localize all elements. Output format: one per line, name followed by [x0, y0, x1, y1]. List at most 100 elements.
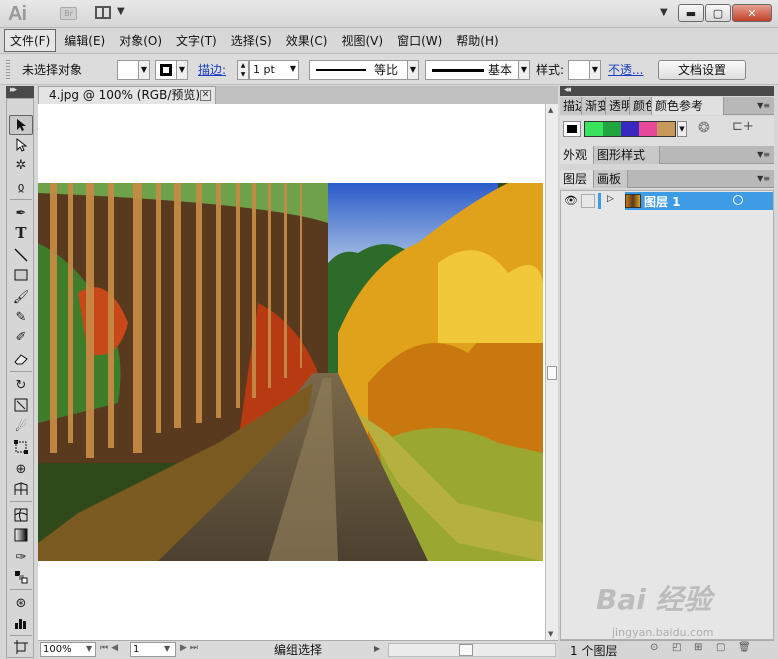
make-clipping-mask-icon[interactable]: ◰	[672, 642, 681, 653]
rectangle-tool[interactable]	[9, 265, 33, 285]
bridge-button[interactable]: Br	[60, 7, 77, 20]
chevron-down-icon[interactable]: ▼	[117, 6, 125, 17]
color-chip[interactable]	[621, 122, 639, 136]
workspace-dropdown-icon[interactable]: ▼	[660, 7, 668, 18]
profile-dropdown[interactable]: ▼	[407, 60, 419, 80]
panel-menu-icon[interactable]: ▼≡	[757, 150, 770, 159]
graphic-style-dropdown[interactable]: ▼	[589, 60, 601, 80]
scroll-up-icon[interactable]: ▲	[548, 106, 553, 114]
layer-row[interactable]: 👁 ▷ 图层 1	[561, 192, 773, 210]
type-tool[interactable]: T	[9, 223, 33, 243]
color-chip[interactable]	[639, 122, 657, 136]
tab-transparency[interactable]: 透明	[606, 97, 630, 115]
tab-artboards[interactable]: 画板	[594, 170, 628, 188]
menu-view[interactable]: 视图(V)	[335, 29, 389, 52]
blob-brush-tool[interactable]: ✐	[9, 327, 33, 347]
locate-object-icon[interactable]: ⊙	[650, 642, 658, 653]
scroll-down-icon[interactable]: ▼	[548, 630, 553, 638]
gradient-tool[interactable]	[9, 525, 33, 545]
arrange-documents-icon[interactable]	[95, 6, 111, 19]
save-color-group-icon[interactable]: ⊏+	[732, 119, 754, 134]
tab-gradient[interactable]: 渐变	[582, 97, 606, 115]
menu-type[interactable]: 文字(T)	[170, 29, 223, 52]
menu-object[interactable]: 对象(O)	[113, 29, 168, 52]
blend-tool[interactable]	[9, 567, 33, 587]
collapse-icon[interactable]: ◂◂	[564, 85, 571, 95]
status-menu-arrow[interactable]: ▶	[374, 644, 380, 653]
tab-layers[interactable]: 图层	[560, 170, 594, 188]
selection-tool[interactable]	[9, 115, 33, 135]
close-button[interactable]: ✕	[732, 4, 772, 22]
scale-tool[interactable]	[9, 395, 33, 415]
artboard-nav-first-prev[interactable]: ⏮◀	[100, 643, 121, 653]
eye-icon[interactable]: 👁	[564, 194, 578, 207]
expand-icon[interactable]: ▸▸	[10, 85, 17, 95]
stroke-link[interactable]: 描边:	[198, 61, 226, 78]
horizontal-scrollbar[interactable]	[388, 643, 556, 657]
lasso-tool[interactable]: ჲ	[9, 177, 33, 197]
fill-swatch[interactable]	[117, 60, 139, 80]
minimize-button[interactable]: ▬	[678, 4, 704, 22]
menu-effect[interactable]: 效果(C)	[280, 29, 334, 52]
variable-width-profile[interactable]	[309, 60, 419, 80]
perspective-grid-tool[interactable]	[9, 479, 33, 499]
mesh-tool[interactable]	[9, 505, 33, 525]
eraser-tool[interactable]	[9, 349, 33, 369]
magic-wand-tool[interactable]: ✲	[9, 155, 33, 175]
menu-edit[interactable]: 编辑(E)	[58, 29, 111, 52]
column-graph-tool[interactable]	[9, 613, 33, 633]
menu-select[interactable]: 选择(S)	[225, 29, 278, 52]
tab-color-guide[interactable]: 颜色参考	[652, 97, 724, 115]
eyedropper-tool[interactable]: ✑	[9, 547, 33, 567]
zoom-dropdown[interactable]: ▼	[86, 644, 92, 653]
expand-triangle-icon[interactable]: ▷	[607, 194, 614, 204]
rotate-tool[interactable]: ↻	[9, 375, 33, 395]
document-setup-button[interactable]: 文档设置	[658, 60, 746, 80]
artboard-dropdown[interactable]: ▼	[164, 644, 170, 653]
scrollbar-thumb[interactable]	[547, 366, 557, 380]
target-icon[interactable]	[733, 195, 743, 205]
document-tab[interactable]: 4.jpg @ 100% (RGB/预览) ✕	[38, 86, 216, 104]
free-transform-tool[interactable]	[9, 437, 33, 457]
lock-toggle[interactable]	[581, 194, 595, 208]
menu-window[interactable]: 窗口(W)	[391, 29, 448, 52]
opacity-link[interactable]: 不透...	[608, 61, 643, 78]
color-group-icon[interactable]: ❂	[698, 120, 710, 136]
close-icon[interactable]: ✕	[200, 90, 211, 101]
brush-definition[interactable]	[425, 60, 530, 80]
color-chip[interactable]	[657, 122, 675, 136]
menu-help[interactable]: 帮助(H)	[450, 29, 504, 52]
color-chip[interactable]	[603, 122, 621, 136]
tab-graphic-styles[interactable]: 图形样式	[594, 146, 660, 164]
stroke-weight-dropdown[interactable]: ▼	[287, 60, 299, 80]
artboard-nav-next-last[interactable]: ▶⏭	[180, 643, 201, 653]
brush-dropdown[interactable]: ▼	[518, 60, 530, 80]
placed-image-autumn-road[interactable]	[38, 183, 543, 561]
pencil-tool[interactable]: ✎	[9, 307, 33, 327]
direct-selection-tool[interactable]	[9, 135, 33, 155]
paintbrush-tool[interactable]: 🖌	[9, 287, 33, 307]
panel-menu-icon[interactable]: ▼≡	[757, 174, 770, 183]
stroke-swatch[interactable]	[155, 60, 177, 80]
panel-menu-icon[interactable]: ▼≡	[757, 101, 770, 110]
tab-appearance[interactable]: 外观	[560, 146, 594, 164]
harmony-dropdown[interactable]: ▼	[677, 121, 687, 137]
stroke-dropdown[interactable]: ▼	[176, 60, 188, 80]
color-chip[interactable]	[585, 122, 603, 136]
fill-dropdown[interactable]: ▼	[138, 60, 150, 80]
shape-builder-tool[interactable]: ⊕	[9, 459, 33, 479]
maximize-button[interactable]: ▢	[705, 4, 731, 22]
harmony-colors-strip[interactable]	[584, 121, 676, 137]
base-color-swatch[interactable]	[563, 121, 581, 137]
panel-grip-icon[interactable]	[6, 60, 10, 80]
warp-tool[interactable]: ☄	[9, 417, 33, 437]
menu-file[interactable]: 文件(F)	[4, 28, 57, 52]
scrollbar-thumb[interactable]	[459, 644, 473, 656]
trash-icon[interactable]: 🗑	[738, 642, 751, 653]
layer-name[interactable]: 图层 1	[644, 193, 681, 210]
new-sublayer-icon[interactable]: ⊞	[694, 642, 702, 653]
new-layer-icon[interactable]: ▢	[716, 642, 725, 653]
stroke-weight-spinner[interactable]: ▲ ▼	[237, 60, 249, 80]
toolbox-header[interactable]: ▸▸	[6, 85, 34, 98]
line-tool[interactable]	[9, 245, 33, 265]
